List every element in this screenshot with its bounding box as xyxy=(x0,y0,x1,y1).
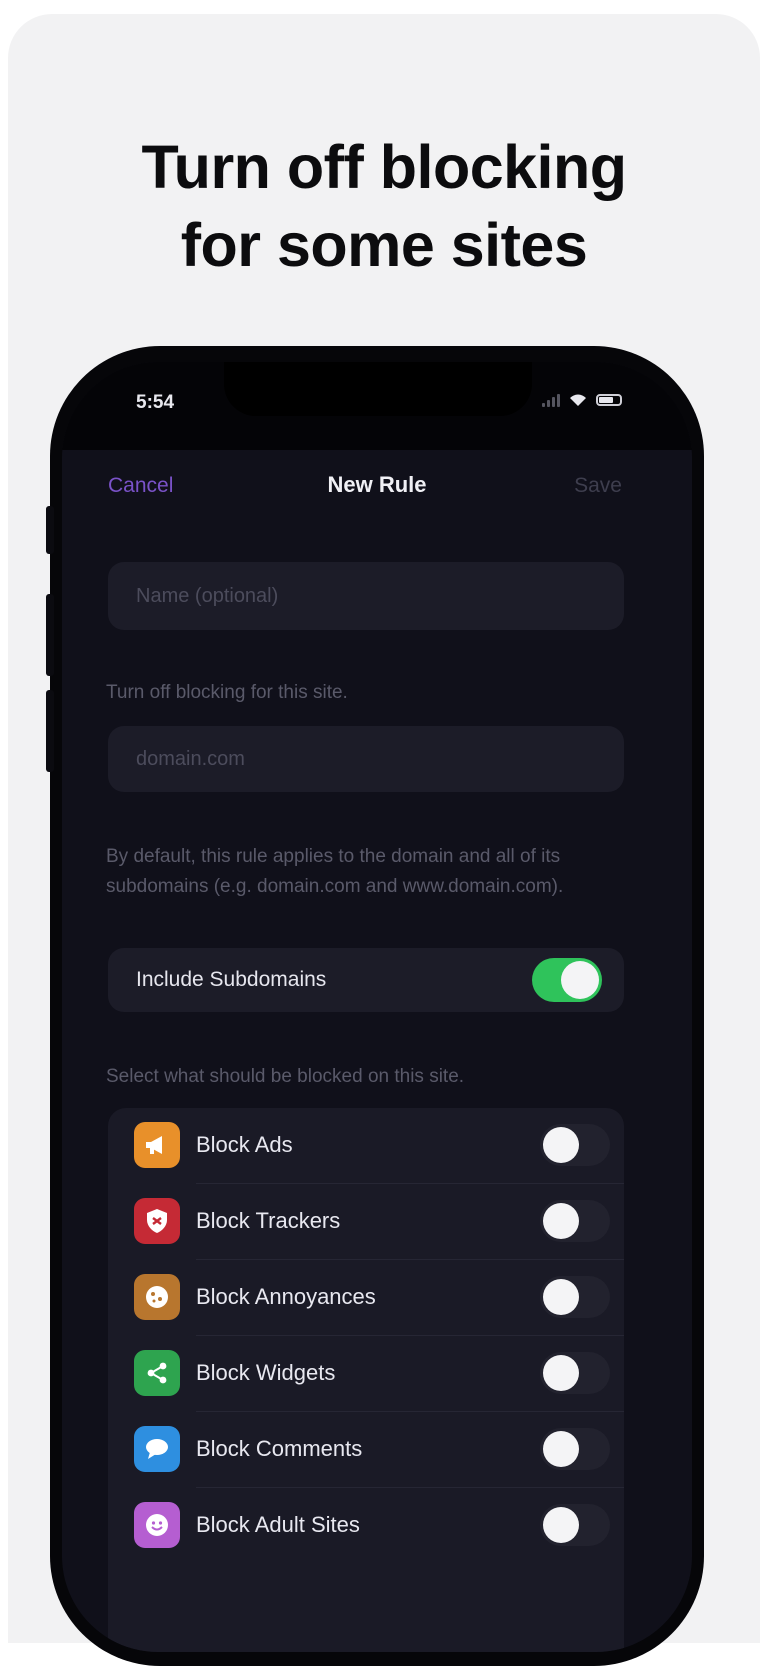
block-option-label: Block Adult Sites xyxy=(196,1512,360,1537)
save-button[interactable]: Save xyxy=(574,474,622,498)
mute-switch xyxy=(46,506,54,554)
block-caption: Select what should be blocked on this si… xyxy=(106,1066,465,1087)
block-option-label: Block Annoyances xyxy=(196,1284,376,1309)
block-option-label: Block Comments xyxy=(196,1436,363,1461)
status-time: 5:54 xyxy=(136,392,175,413)
notch xyxy=(224,362,532,416)
include-subdomains-row: Include Subdomains xyxy=(108,948,624,1012)
phone-screen: 5:54 Cancel New Rule Save Name (optional… xyxy=(62,362,692,1652)
block-option-row: Block Widgets xyxy=(108,1336,624,1412)
block-adult-sites-toggle[interactable] xyxy=(540,1504,610,1546)
name-input[interactable]: Name (optional) xyxy=(108,562,624,630)
domain-input-placeholder: domain.com xyxy=(136,747,245,770)
smiley-icon xyxy=(134,1502,180,1548)
block-comments-toggle[interactable] xyxy=(540,1428,610,1470)
status-bar: 5:54 xyxy=(62,362,692,450)
name-input-placeholder: Name (optional) xyxy=(136,584,279,607)
toggle-knob xyxy=(543,1203,579,1239)
block-annoyances-toggle[interactable] xyxy=(540,1276,610,1318)
block-option-row: Block Trackers xyxy=(108,1184,624,1260)
status-icons xyxy=(542,392,622,407)
block-option-label: Block Ads xyxy=(196,1132,293,1157)
toggle-knob xyxy=(561,961,599,999)
toggle-knob xyxy=(543,1431,579,1467)
block-widgets-toggle[interactable] xyxy=(540,1352,610,1394)
chat-bubble-icon xyxy=(134,1426,180,1472)
wifi-icon xyxy=(570,394,586,406)
block-trackers-toggle[interactable] xyxy=(540,1200,610,1242)
headline-line-2: for some sites xyxy=(180,211,588,279)
site-caption: Turn off blocking for this site. xyxy=(106,682,348,703)
block-option-label: Block Trackers xyxy=(196,1208,341,1233)
block-option-row: Block Adult Sites xyxy=(108,1488,624,1564)
volume-down-button xyxy=(46,690,54,772)
block-option-row: Block Ads xyxy=(108,1108,624,1184)
battery-icon xyxy=(596,393,622,406)
volume-up-button xyxy=(46,594,54,676)
shield-icon xyxy=(134,1198,180,1244)
domain-input[interactable]: domain.com xyxy=(108,726,624,792)
toggle-knob xyxy=(543,1127,579,1163)
megaphone-icon xyxy=(134,1122,180,1168)
headline-line-1: Turn off blocking xyxy=(141,133,627,201)
include-subdomains-toggle[interactable] xyxy=(532,958,602,1002)
share-icon xyxy=(134,1350,180,1396)
block-option-row: Block Annoyances xyxy=(108,1260,624,1336)
cookie-icon xyxy=(134,1274,180,1320)
cellular-signal-icon xyxy=(542,393,560,407)
toggle-knob xyxy=(543,1279,579,1315)
block-option-label: Block Widgets xyxy=(196,1360,336,1385)
subdomain-note: By default, this rule applies to the dom… xyxy=(106,846,564,897)
block-option-row: Block Comments xyxy=(108,1412,624,1488)
block-options-list: Block Ads Block Trackers Block Annoyance… xyxy=(108,1108,624,1652)
include-subdomains-label: Include Subdomains xyxy=(136,968,327,991)
block-ads-toggle[interactable] xyxy=(540,1124,610,1166)
toggle-knob xyxy=(543,1507,579,1543)
headline: Turn off blocking for some sites xyxy=(8,128,760,284)
toggle-knob xyxy=(543,1355,579,1391)
